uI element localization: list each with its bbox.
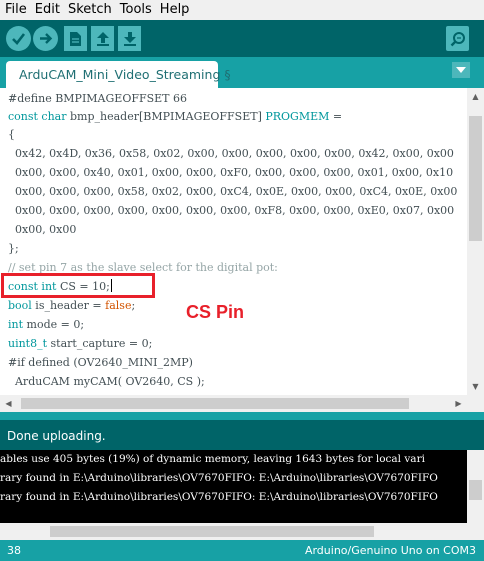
code-line: const char bmp_header[BMPIMAGEOFFSET] PR… [8,110,343,123]
save-icon [123,31,136,46]
console-line: ables use 405 bytes (19%) of dynamic mem… [0,453,425,465]
scrollbar-thumb[interactable] [50,526,374,537]
scroll-right-icon[interactable]: ▶ [450,395,467,412]
code-line: uint8_t start_capture = 0; [8,337,153,350]
footer-bar: 38 Arduino/Genuino Uno on COM3 [0,540,484,561]
tab-sketch[interactable]: ArduCAM_Mini_Video_Streaming § [6,61,231,88]
upload-button[interactable] [33,26,58,51]
cs-pin-annotation: CS Pin [186,302,245,322]
pane-divider[interactable] [0,412,484,420]
verify-icon [12,33,26,45]
code-line: ArduCAM myCAM( OV2640, CS ); [8,375,205,388]
scrollbar-thumb[interactable] [21,398,409,409]
console-line: rary found in E:\Arduino\libraries\OV767… [0,491,438,503]
scroll-up-icon[interactable]: ▲ [467,88,484,105]
tab-menu-button[interactable] [452,62,470,78]
scrollbar-thumb[interactable] [469,480,482,500]
console-line: rary found in E:\Arduino\libraries\OV767… [0,472,438,484]
code-line: bool is_header = false; [8,299,136,312]
code-line: #define BMPIMAGEOFFSET 66 [8,92,187,105]
status-bar: Done uploading. [0,420,484,450]
upload-icon [40,33,53,44]
menu-edit[interactable]: Edit [31,0,64,20]
scroll-left-icon[interactable]: ◀ [0,395,17,412]
menu-tools[interactable]: Tools [116,0,156,20]
console-vertical-scrollbar[interactable] [467,450,484,523]
console-horizontal-scrollbar[interactable] [0,523,484,540]
code-line: 0x00, 0x00 [8,223,77,236]
menu-help[interactable]: Help [156,0,194,20]
new-icon [70,31,81,46]
chevron-down-icon [456,67,466,73]
code-line: 0x42, 0x4D, 0x36, 0x58, 0x02, 0x00, 0x00… [8,147,454,160]
new-button[interactable] [64,26,87,51]
editor-vertical-scrollbar[interactable]: ▲ ▼ [467,88,484,395]
code-line: 0x00, 0x00, 0x00, 0x00, 0x00, 0x00, 0x00… [8,204,455,217]
serial-monitor-button[interactable] [446,26,469,51]
code-line: 0x00, 0x00, 0x40, 0x01, 0x00, 0x00, 0xF0… [8,166,454,179]
menu-sketch[interactable]: Sketch [64,0,116,20]
editor-horizontal-scrollbar[interactable]: ◀ ▶ [0,395,484,412]
board-info: Arduino/Genuino Uno on COM3 [304,544,476,557]
open-icon [96,31,109,46]
serial-monitor-icon [450,31,465,46]
line-number: 38 [7,544,21,557]
code-editor[interactable]: #define BMPIMAGEOFFSET 66 const char bmp… [0,88,467,395]
code-line: 0x00, 0x00, 0x00, 0x58, 0x02, 0x00, 0xC4… [8,185,458,198]
code-line: #if defined (OV2640_MINI_2MP) [8,356,193,369]
menu-bar: File Edit Sketch Tools Help [0,0,484,20]
scroll-down-icon[interactable]: ▼ [467,378,484,395]
toolbar [0,20,484,57]
code-line: { [8,128,15,141]
console-output: ables use 405 bytes (19%) of dynamic mem… [0,450,467,523]
code-line: int mode = 0; [8,318,85,331]
save-button[interactable] [118,26,141,51]
status-message: Done uploading. [7,429,106,443]
menu-file[interactable]: File [0,0,31,20]
open-button[interactable] [91,26,114,51]
cs-pin-highlight-box [1,273,155,298]
verify-button[interactable] [6,26,31,51]
tab-bar: ArduCAM_Mini_Video_Streaming § [0,57,484,88]
scrollbar-thumb[interactable] [469,116,482,241]
code-line: }; [8,242,19,255]
